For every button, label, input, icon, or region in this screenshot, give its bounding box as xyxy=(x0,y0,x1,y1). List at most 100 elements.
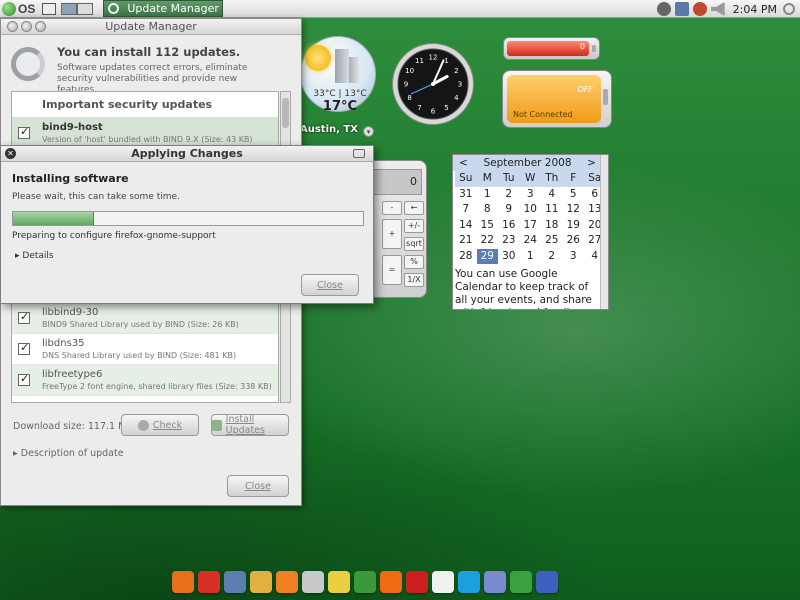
calendar-day[interactable]: 2 xyxy=(498,187,520,203)
clock-numeral: 2 xyxy=(454,67,458,75)
opensuse-icon-1[interactable] xyxy=(484,571,506,593)
calc-key-equals[interactable]: = xyxy=(382,255,402,285)
package-row[interactable]: libfreetype6 FreeType 2 font engine, sha… xyxy=(12,365,278,396)
calendar-day[interactable]: 21 xyxy=(455,233,477,249)
calendar-day[interactable]: 31 xyxy=(455,187,477,203)
calendar-day[interactable]: 3 xyxy=(563,249,585,265)
photos-icon[interactable] xyxy=(354,571,376,593)
close-window-button[interactable] xyxy=(7,21,18,32)
check-label: Check xyxy=(152,419,183,431)
gmail-icon[interactable] xyxy=(198,571,220,593)
calendar-day[interactable]: 19 xyxy=(563,218,585,234)
dialog-close-button[interactable]: Close xyxy=(301,274,359,296)
opensuse-icon-2[interactable] xyxy=(510,571,532,593)
calc-key-plus[interactable]: + xyxy=(382,219,402,249)
display-icon[interactable] xyxy=(674,2,689,16)
scrollbar-thumb[interactable] xyxy=(282,98,289,128)
calendar-day[interactable]: 14 xyxy=(455,218,477,234)
calc-key-sqrt[interactable]: sqrt xyxy=(404,237,424,251)
calendar-day[interactable]: 12 xyxy=(563,202,585,218)
calendar-day[interactable]: 16 xyxy=(498,218,520,234)
update-manager-icon xyxy=(108,3,120,14)
calendar-day[interactable]: 17 xyxy=(520,218,542,234)
calendar-day[interactable]: 8 xyxy=(477,202,499,218)
calc-key-minus[interactable]: - xyxy=(382,201,402,215)
calendar-day[interactable]: 30 xyxy=(498,249,520,265)
volume-icon[interactable] xyxy=(710,2,725,16)
opensuse-icon-3[interactable] xyxy=(536,571,558,593)
update-notifier-icon[interactable] xyxy=(692,2,707,16)
calendar-day[interactable]: 26 xyxy=(563,233,585,249)
power-icon[interactable] xyxy=(783,3,795,15)
package-row[interactable]: libbind9-30 BIND9 Shared Library used by… xyxy=(12,303,278,334)
calendar-day[interactable]: 1 xyxy=(477,187,499,203)
install-updates-button[interactable]: Install Updates xyxy=(211,414,289,436)
package-row[interactable]: libdns35 DNS Shared Library used by BIND… xyxy=(12,334,278,365)
calendar-day[interactable]: 10 xyxy=(520,202,542,218)
opensuse-logo-icon xyxy=(2,1,16,16)
package-checkbox[interactable] xyxy=(18,125,30,139)
show-desktop-button[interactable] xyxy=(42,2,57,15)
network-icon[interactable] xyxy=(656,2,671,16)
dialog-titlebar[interactable]: ✕ Applying Changes xyxy=(1,146,373,162)
workspace-switcher xyxy=(61,2,94,15)
chat-icon[interactable] xyxy=(432,571,454,593)
calendar-day[interactable]: 4 xyxy=(541,187,563,203)
close-button[interactable]: Close xyxy=(227,475,289,497)
skype-icon[interactable] xyxy=(458,571,480,593)
calc-key-reciprocal[interactable]: 1/X xyxy=(404,273,424,287)
package-description: DNS Shared Library used by BIND (Size: 4… xyxy=(42,351,237,360)
calendar-day[interactable]: 22 xyxy=(477,233,499,249)
calc-key-percent[interactable]: % xyxy=(404,255,424,269)
description-expander[interactable]: ▸ Description of update xyxy=(13,448,124,459)
taskbar-update-manager[interactable]: Update Manager xyxy=(103,0,224,17)
calendar-day[interactable]: 29 xyxy=(476,248,498,264)
workspace-1[interactable] xyxy=(61,2,78,15)
installing-heading: Installing software xyxy=(12,172,129,185)
dialog-close-icon[interactable]: ✕ xyxy=(5,148,16,159)
check-button[interactable]: Check xyxy=(121,414,199,436)
firefox-icon[interactable] xyxy=(172,571,194,593)
calendar-day[interactable]: 11 xyxy=(541,202,563,218)
calendar-day[interactable]: 2 xyxy=(541,249,563,265)
workspace-2[interactable] xyxy=(77,2,94,15)
calendar-prev-button[interactable]: < xyxy=(459,157,468,169)
news-icon[interactable] xyxy=(302,571,324,593)
panel-clock[interactable]: 2:04 PM xyxy=(733,3,777,16)
calendar-day[interactable]: 24 xyxy=(520,233,542,249)
calendar-day[interactable]: 3 xyxy=(520,187,542,203)
weather-dropdown-icon[interactable]: ▾ xyxy=(363,126,374,137)
calendar-day[interactable]: 23 xyxy=(498,233,520,249)
calendar-day[interactable]: 5 xyxy=(563,187,585,203)
youtube-icon[interactable] xyxy=(406,571,428,593)
network-toggle-knob[interactable] xyxy=(603,89,608,105)
network-off-label[interactable]: OFF xyxy=(578,85,594,94)
calendar-day[interactable]: 18 xyxy=(541,218,563,234)
calendar-day[interactable]: 25 xyxy=(541,233,563,249)
paint-icon[interactable] xyxy=(250,571,272,593)
dialog-maximize-icon[interactable] xyxy=(353,149,365,158)
package-checkbox[interactable] xyxy=(18,310,30,324)
calendar-day[interactable]: 1 xyxy=(520,249,542,265)
package-name: libfreetype6 xyxy=(42,369,103,380)
calendar-scrollbar[interactable] xyxy=(600,155,608,309)
calendar-icon[interactable] xyxy=(224,571,246,593)
calc-key-negate[interactable]: +/- xyxy=(404,219,424,233)
calendar-next-button[interactable]: > xyxy=(587,157,596,169)
calendar-day[interactable]: 9 xyxy=(498,202,520,218)
package-checkbox[interactable] xyxy=(18,341,30,355)
minimize-window-button[interactable] xyxy=(21,21,32,32)
calc-key-backspace[interactable]: ← xyxy=(404,201,424,215)
main-menu-button[interactable]: OS xyxy=(0,0,39,18)
package-checkbox[interactable] xyxy=(18,372,30,386)
calendar-day[interactable]: 28 xyxy=(455,249,477,265)
details-expander[interactable]: ▸ Details xyxy=(15,251,54,261)
update-headline: You can install 112 updates. xyxy=(57,45,241,59)
maximize-window-button[interactable] xyxy=(35,21,46,32)
rss-icon[interactable] xyxy=(276,571,298,593)
calendar-day[interactable]: 7 xyxy=(455,202,477,218)
shopping-icon[interactable] xyxy=(328,571,350,593)
blogger-icon[interactable] xyxy=(380,571,402,593)
update-manager-titlebar[interactable]: Update Manager xyxy=(1,19,301,35)
calendar-day[interactable]: 15 xyxy=(477,218,499,234)
